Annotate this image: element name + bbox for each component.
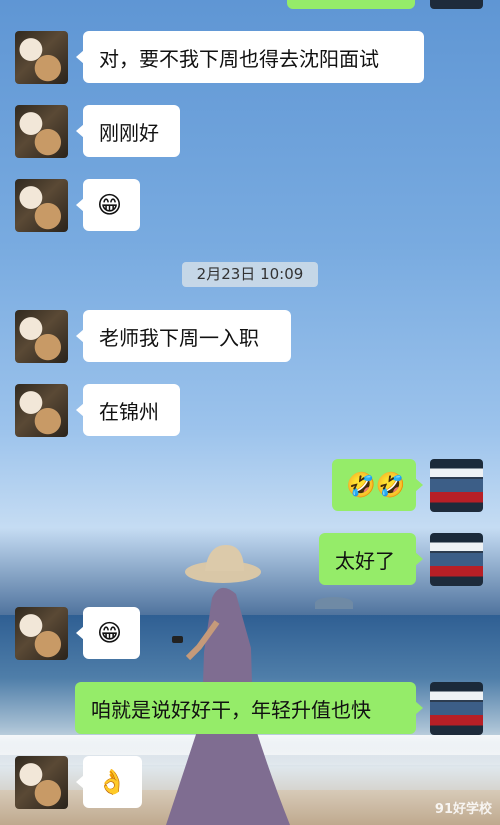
watermark: 91好学校	[434, 802, 492, 817]
my-avatar[interactable]	[430, 459, 483, 512]
contact-avatar[interactable]	[15, 179, 68, 232]
message-bubble-received[interactable]: 对，要不我下周也得去沈阳面试	[76, 31, 424, 83]
emoji-message-received[interactable]: 😁	[76, 179, 140, 231]
contact-avatar[interactable]	[15, 607, 68, 660]
contact-avatar[interactable]	[15, 310, 68, 363]
message-timestamp: 2月23日 10:09	[182, 262, 318, 287]
my-avatar[interactable]	[430, 0, 483, 9]
message-bubble-sent[interactable]: 咱就是说好好干，年轻升值也快	[75, 682, 423, 734]
contact-avatar[interactable]	[15, 31, 68, 84]
contact-avatar[interactable]	[15, 756, 68, 809]
contact-avatar[interactable]	[15, 105, 68, 158]
message-row	[287, 0, 415, 9]
background-island	[315, 597, 353, 609]
emoji-message-sent[interactable]: 🤣🤣	[332, 459, 423, 511]
my-avatar[interactable]	[430, 682, 483, 735]
message-bubble-sent[interactable]: 太好了	[319, 533, 423, 585]
contact-avatar[interactable]	[15, 384, 68, 437]
message-bubble-sent[interactable]	[287, 0, 415, 9]
emoji-message-received[interactable]: 😁	[76, 607, 140, 659]
message-bubble-received[interactable]: 在锦州	[76, 384, 180, 436]
my-avatar[interactable]	[430, 533, 483, 586]
message-bubble-received[interactable]: 老师我下周一入职	[76, 310, 291, 362]
message-bubble-received[interactable]: 刚刚好	[76, 105, 180, 157]
emoji-message-received[interactable]: 👌	[76, 756, 142, 808]
